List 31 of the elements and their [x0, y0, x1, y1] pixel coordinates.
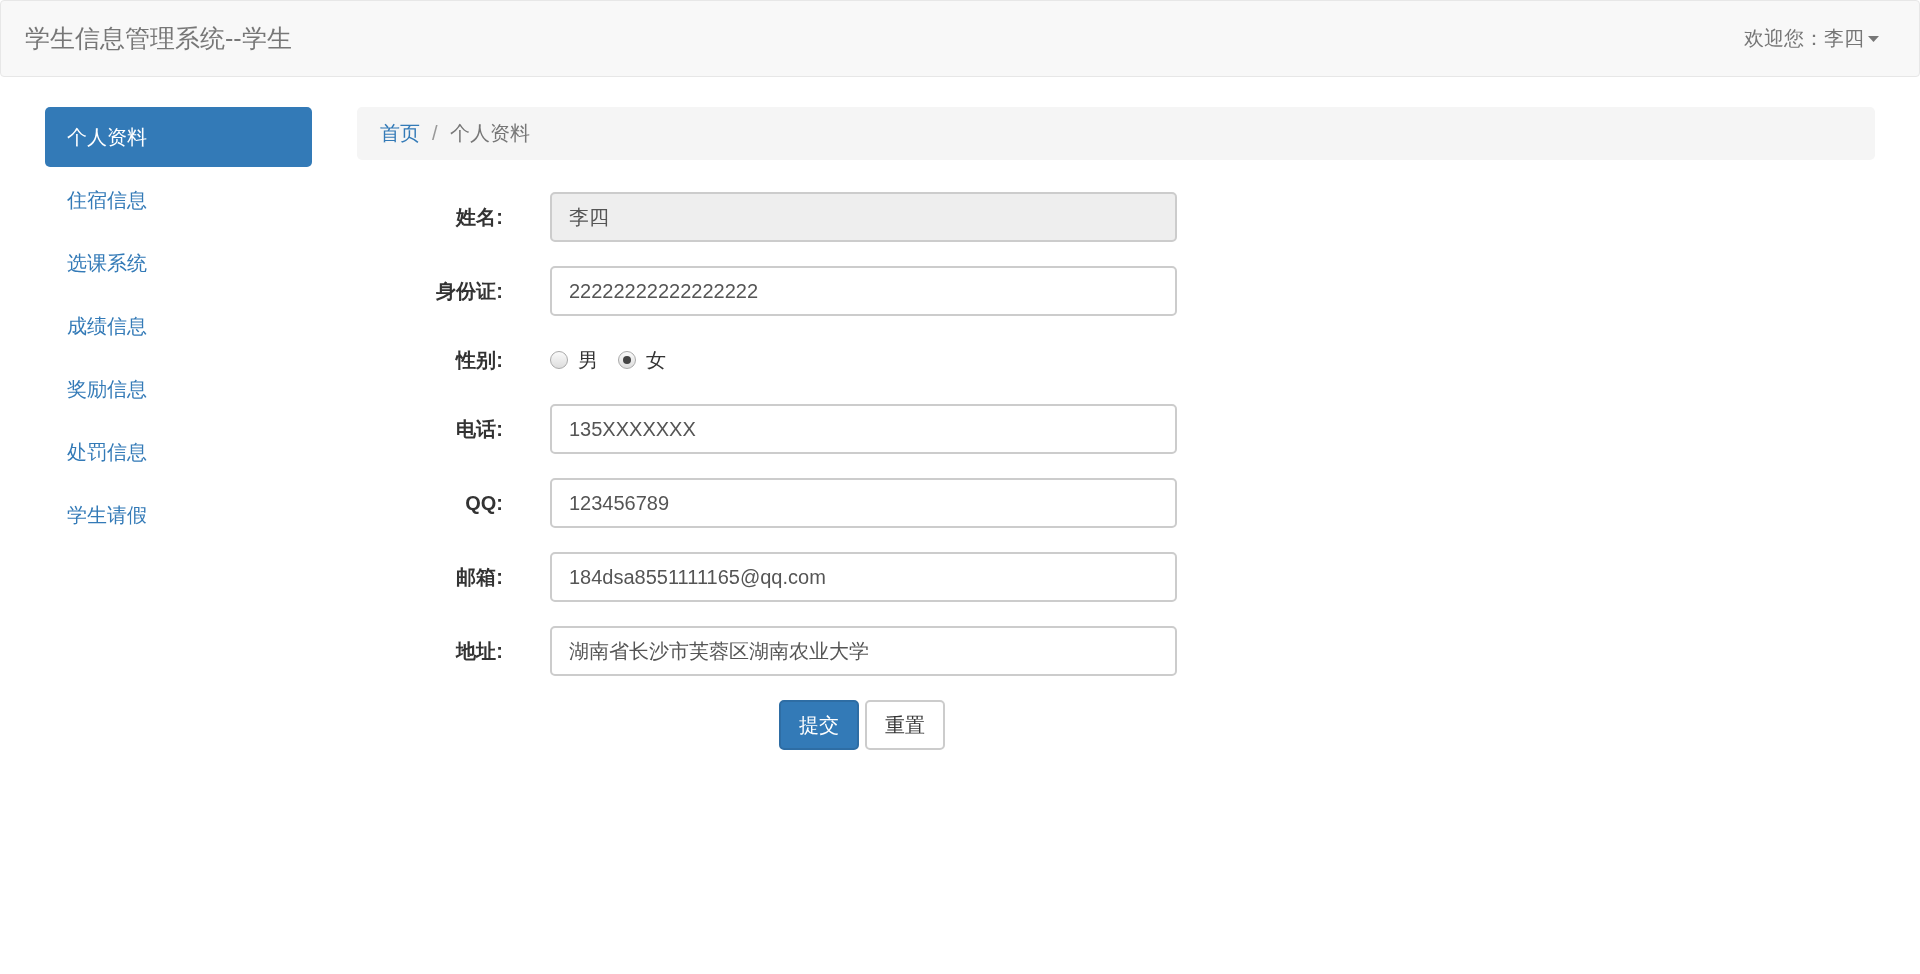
- caret-icon: [1868, 35, 1879, 42]
- radio-button[interactable]: [550, 351, 568, 369]
- input-field[interactable]: 123456789: [550, 478, 1177, 528]
- app-title: 学生信息管理系统--学生: [25, 23, 292, 54]
- input-field[interactable]: 湖南省长沙市芙蓉区湖南农业大学: [550, 626, 1177, 676]
- breadcrumb-separator: /: [431, 122, 439, 145]
- input-field[interactable]: 22222222222222222: [550, 266, 1177, 316]
- field-label: QQ:: [464, 491, 503, 515]
- field-label: 身份证:: [435, 278, 503, 304]
- sidebar-item[interactable]: 学生请假: [45, 485, 312, 545]
- sidebar-item[interactable]: 成绩信息: [45, 296, 312, 356]
- field-label: 电话:: [455, 416, 503, 442]
- user-menu[interactable]: 欢迎您：李四: [1744, 25, 1879, 52]
- field-label: 性别:: [454, 347, 503, 373]
- input-field[interactable]: 135XXXXXXX: [550, 404, 1177, 454]
- radio-label: 女: [646, 347, 666, 373]
- sidebar-item[interactable]: 住宿信息: [45, 170, 312, 230]
- sidebar-item[interactable]: 处罚信息: [45, 422, 312, 482]
- breadcrumb-current: 个人资料: [449, 121, 530, 146]
- reset-button[interactable]: 重置: [865, 700, 945, 750]
- breadcrumb-link[interactable]: 首页: [380, 120, 420, 147]
- sidebar-item[interactable]: 选课系统: [45, 233, 312, 293]
- radio-button[interactable]: [618, 351, 636, 369]
- field-label: 姓名:: [454, 204, 503, 230]
- sidebar-item[interactable]: 个人资料: [45, 107, 312, 167]
- field-label: 地址:: [454, 638, 503, 664]
- sidebar-item[interactable]: 奖励信息: [45, 359, 312, 419]
- radio-label: 男: [578, 347, 598, 373]
- field-label: 邮箱:: [455, 564, 503, 590]
- submit-button[interactable]: 提交: [779, 700, 859, 750]
- input-field[interactable]: 184dsa8551111165@qq.com: [550, 552, 1177, 602]
